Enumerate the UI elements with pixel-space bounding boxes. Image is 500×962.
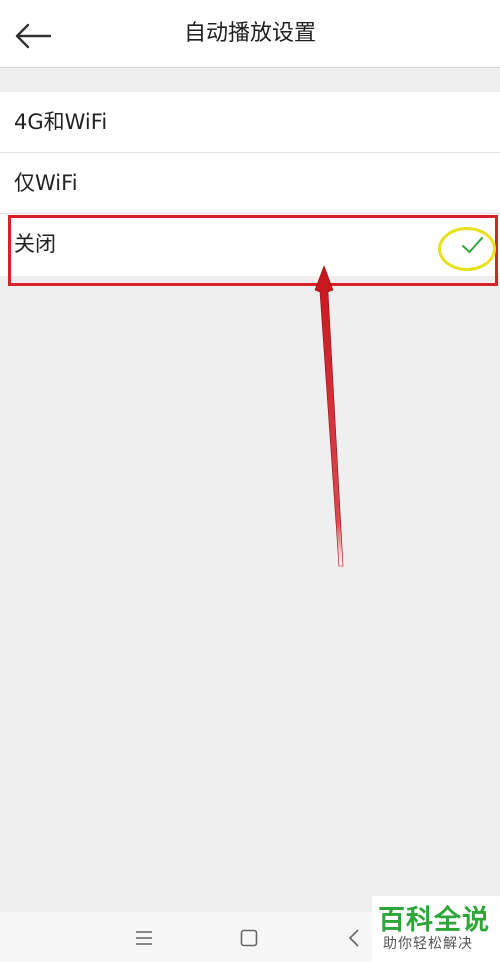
home-square-icon [240,929,258,947]
checkmark-icon [462,237,483,253]
option-label: 4G和WiFi [14,110,108,134]
app-header: 自动播放设置 [0,0,500,68]
nav-menu-button[interactable] [124,920,164,956]
option-4g-wifi[interactable]: 4G和WiFi [0,92,500,153]
option-label: 仅WiFi [14,171,78,195]
option-off[interactable]: 关闭 [0,214,500,276]
option-wifi-only[interactable]: 仅WiFi [0,153,500,214]
option-label: 关闭 [14,232,56,256]
back-button[interactable] [10,14,56,58]
watermark-slogan: 助你轻松解决 [383,936,473,952]
nav-home-button[interactable] [229,920,269,956]
menu-icon [136,931,152,945]
watermark-logo: 百科全说 助你轻松解决 [372,896,500,962]
watermark-brand: 百科全说 [378,905,490,936]
back-chevron-icon [348,929,359,947]
autoplay-option-list: 4G和WiFi 仅WiFi 关闭 [0,92,500,276]
nav-back-button[interactable] [334,920,374,956]
page-title: 自动播放设置 [183,21,316,46]
back-arrow-icon [15,23,52,49]
